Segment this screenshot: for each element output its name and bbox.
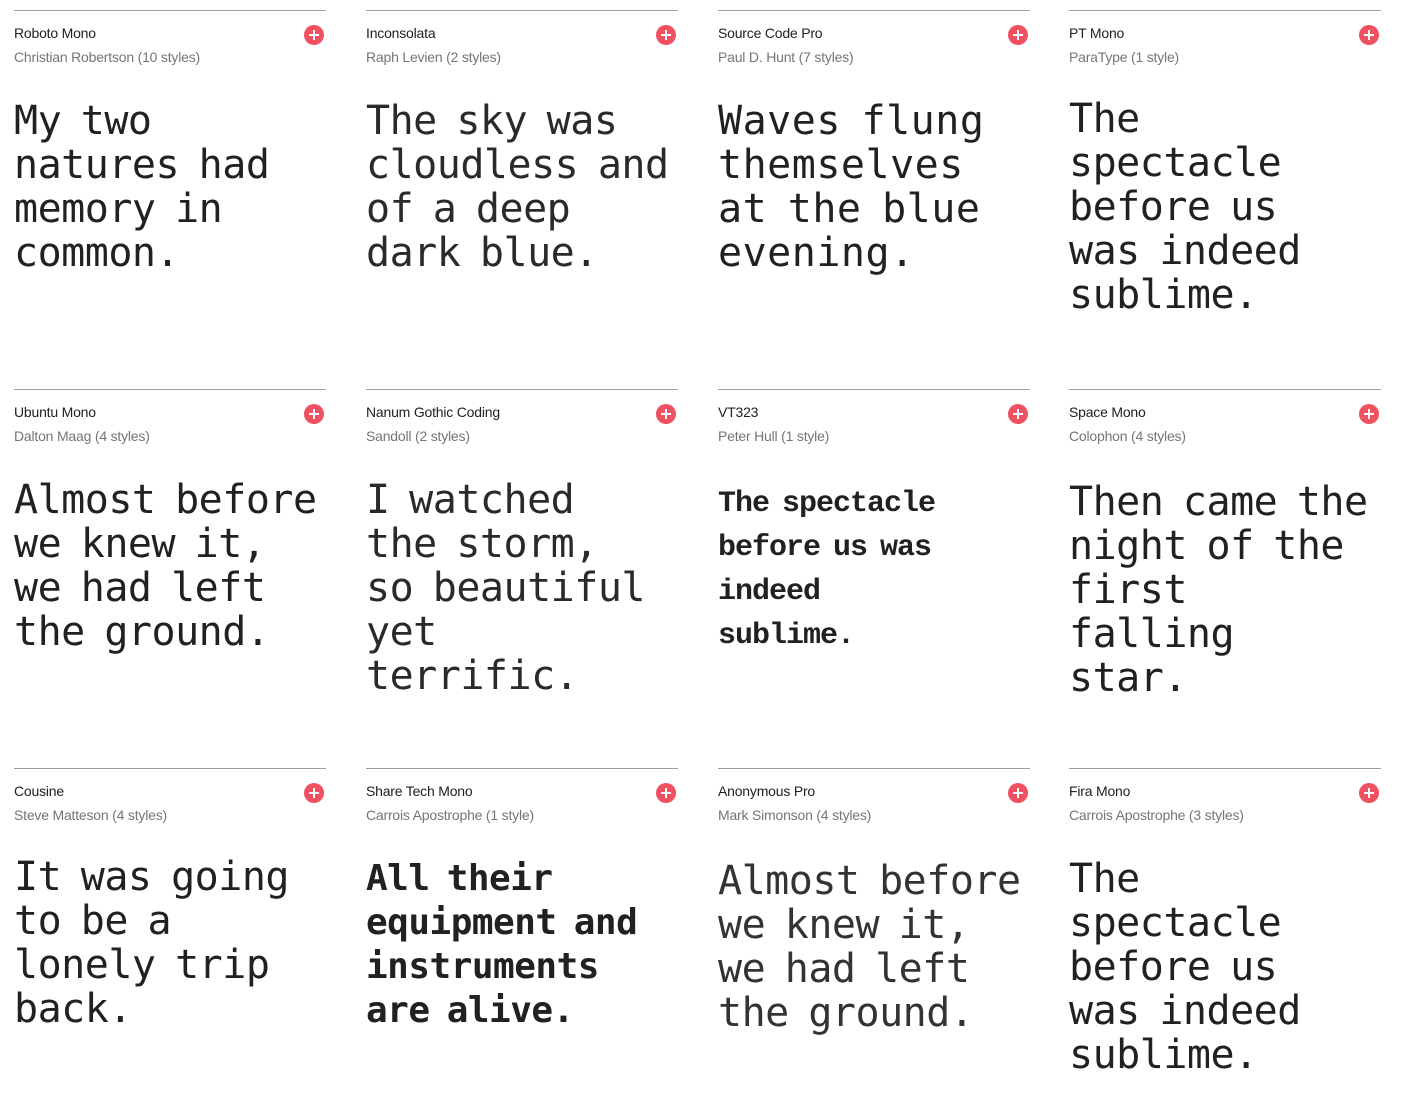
font-card-nanum-gothic-coding[interactable]: Nanum Gothic Coding Sandoll (2 styles) I… — [366, 389, 678, 749]
add-font-button[interactable] — [1008, 404, 1028, 424]
font-card-cousine[interactable]: Cousine Steve Matteson (4 styles) It was… — [14, 768, 326, 1108]
font-designer-styles: Raph Levien (2 styles) — [366, 49, 501, 65]
font-name[interactable]: Anonymous Pro — [718, 783, 815, 799]
plus-circle-icon — [1364, 788, 1374, 798]
font-name[interactable]: Source Code Pro — [718, 25, 823, 41]
font-designer-styles: Steve Matteson (4 styles) — [14, 807, 167, 823]
font-sample-text[interactable]: The spectacle before us was indeed subli… — [1069, 97, 1349, 317]
plus-circle-icon — [1364, 30, 1374, 40]
font-card-inconsolata[interactable]: Inconsolata Raph Levien (2 styles) The s… — [366, 10, 678, 370]
plus-circle-icon — [1013, 788, 1023, 798]
font-designer-styles: Mark Simonson (4 styles) — [718, 807, 872, 823]
font-designer-styles: Sandoll (2 styles) — [366, 428, 470, 444]
font-card-ubuntu-mono[interactable]: Ubuntu Mono Dalton Maag (4 styles) Almos… — [14, 389, 326, 749]
font-sample-text[interactable]: My two natures had memory in common. — [14, 99, 304, 275]
add-font-button[interactable] — [304, 404, 324, 424]
font-card-vt323[interactable]: VT323 Peter Hull (1 style) The spectacle… — [718, 389, 1030, 749]
plus-circle-icon — [1013, 30, 1023, 40]
add-font-button[interactable] — [304, 783, 324, 803]
font-designer-styles: Peter Hull (1 style) — [718, 428, 830, 444]
plus-circle-icon — [1013, 409, 1023, 419]
add-font-button[interactable] — [1359, 25, 1379, 45]
font-card-fira-mono[interactable]: Fira Mono Carrois Apostrophe (3 styles) … — [1069, 768, 1381, 1108]
font-sample-text[interactable]: The spectacle before us was indeed subli… — [718, 482, 968, 658]
font-sample-text[interactable]: The sky was cloudless and of a deep dark… — [366, 99, 676, 275]
font-sample-text[interactable]: I watched the storm, so beautiful yet te… — [366, 478, 646, 698]
font-card-anonymous-pro[interactable]: Anonymous Pro Mark Simonson (4 styles) A… — [718, 768, 1030, 1108]
font-sample-text[interactable]: Almost before we knew it, we had left th… — [718, 859, 1028, 1035]
add-font-button[interactable] — [1359, 783, 1379, 803]
font-sample-text[interactable]: Then came the night of the first falling… — [1069, 480, 1369, 700]
plus-circle-icon — [661, 788, 671, 798]
font-designer-styles: Carrois Apostrophe (3 styles) — [1069, 807, 1244, 823]
font-name[interactable]: Space Mono — [1069, 404, 1146, 420]
font-sample-text[interactable]: It was going to be a lonely trip back. — [14, 855, 314, 1031]
font-designer-styles: Christian Robertson (10 styles) — [14, 49, 200, 65]
add-font-button[interactable] — [656, 783, 676, 803]
plus-circle-icon — [309, 30, 319, 40]
font-sample-text[interactable]: The spectacle before us was indeed subli… — [1069, 857, 1349, 1077]
font-designer-styles: ParaType (1 style) — [1069, 49, 1179, 65]
plus-circle-icon — [1364, 409, 1374, 419]
font-sample-text[interactable]: Waves flung themselves at the blue eveni… — [718, 99, 1028, 275]
font-name[interactable]: PT Mono — [1069, 25, 1124, 41]
font-designer-styles: Carrois Apostrophe (1 style) — [366, 807, 534, 823]
font-name[interactable]: Fira Mono — [1069, 783, 1130, 799]
font-card-share-tech-mono[interactable]: Share Tech Mono Carrois Apostrophe (1 st… — [366, 768, 678, 1108]
font-name[interactable]: Roboto Mono — [14, 25, 96, 41]
font-name[interactable]: Cousine — [14, 783, 64, 799]
font-designer-styles: Dalton Maag (4 styles) — [14, 428, 150, 444]
font-name[interactable]: Inconsolata — [366, 25, 436, 41]
plus-circle-icon — [661, 30, 671, 40]
font-card-source-code-pro[interactable]: Source Code Pro Paul D. Hunt (7 styles) … — [718, 10, 1030, 370]
font-designer-styles: Colophon (4 styles) — [1069, 428, 1186, 444]
plus-circle-icon — [661, 409, 671, 419]
add-font-button[interactable] — [656, 25, 676, 45]
font-card-space-mono[interactable]: Space Mono Colophon (4 styles) Then came… — [1069, 389, 1381, 749]
font-card-pt-mono[interactable]: PT Mono ParaType (1 style) The spectacle… — [1069, 10, 1381, 370]
add-font-button[interactable] — [1359, 404, 1379, 424]
font-designer-styles: Paul D. Hunt (7 styles) — [718, 49, 854, 65]
font-sample-text[interactable]: Almost before we knew it, we had left th… — [14, 478, 324, 654]
add-font-button[interactable] — [304, 25, 324, 45]
font-sample-text[interactable]: All their equipment and instruments are … — [366, 857, 676, 1033]
plus-circle-icon — [309, 409, 319, 419]
add-font-button[interactable] — [1008, 783, 1028, 803]
plus-circle-icon — [309, 788, 319, 798]
font-card-roboto-mono[interactable]: Roboto Mono Christian Robertson (10 styl… — [14, 10, 326, 370]
font-name[interactable]: Nanum Gothic Coding — [366, 404, 500, 420]
add-font-button[interactable] — [656, 404, 676, 424]
font-name[interactable]: VT323 — [718, 404, 758, 420]
add-font-button[interactable] — [1008, 25, 1028, 45]
font-name[interactable]: Ubuntu Mono — [14, 404, 96, 420]
font-name[interactable]: Share Tech Mono — [366, 783, 473, 799]
